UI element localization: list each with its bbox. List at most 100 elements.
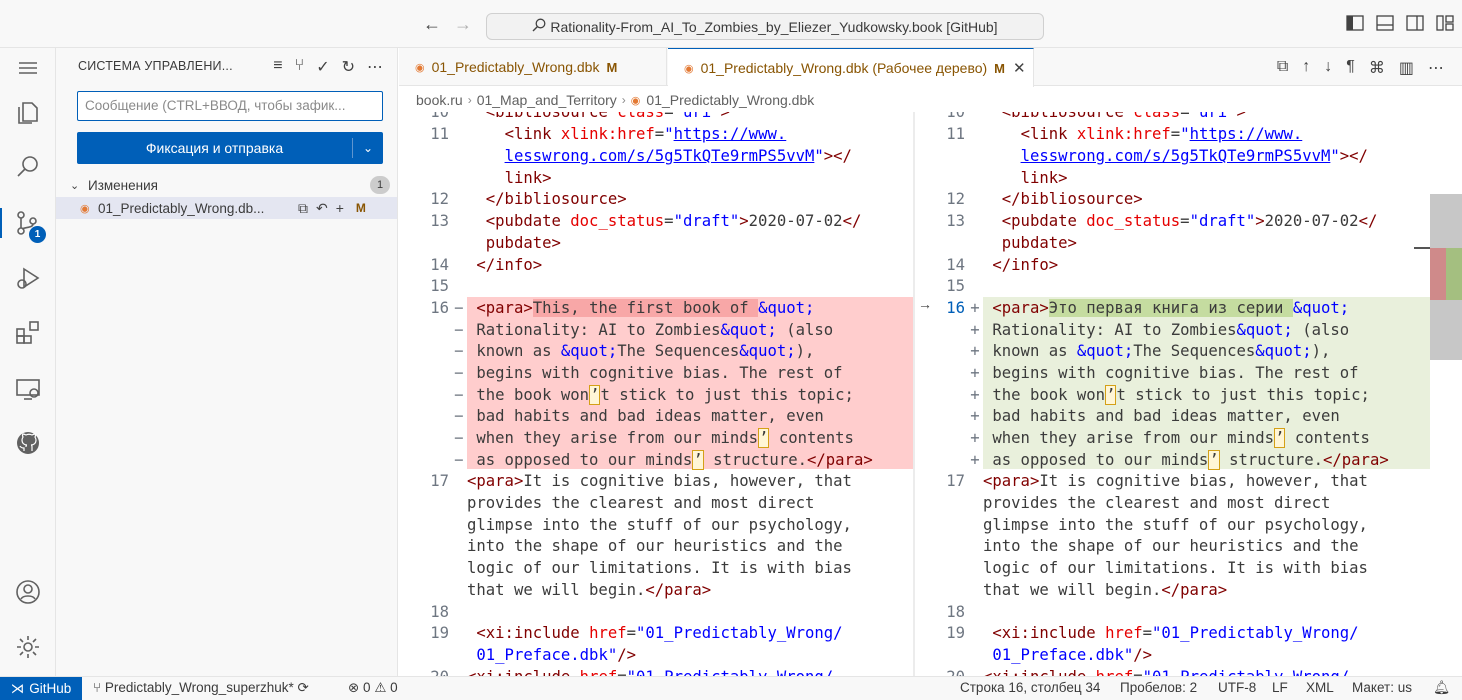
toggle-secondary-sidebar-icon[interactable] [1406,15,1426,33]
view-as-list-icon[interactable]: ≡ [273,57,282,77]
code-line: 19 <xi:include href="01_Predictably_Wron… [430,624,843,642]
code-line: 19 <xi:include href="01_Predictably_Wron… [946,624,1359,642]
code-line: lesswrong.com/s/5g5TkQTe9rmPS5vvM"></ [504,147,852,165]
cursor-marker [1414,247,1430,249]
code-line: 11 <link xlink:href="https://www. [430,125,787,143]
accounts-icon[interactable] [13,577,43,607]
code-line: that we will begin.</para> [983,581,1228,599]
eol-status[interactable]: LF [1272,680,1288,695]
code-line: 13 <pubdate doc_status="draft">2020-07-0… [430,212,862,230]
refresh-icon[interactable]: ↻ [342,57,355,77]
deleted-line: − when they arise from our minds’ conten… [454,428,854,448]
branch-icon: ⑂ [93,680,102,695]
code-line: 17 <para>It is cognitive bias, however, t… [430,472,852,490]
code-line: 11 <link xlink:href="https://www. [946,125,1303,143]
more-actions-icon[interactable]: ⋯ [367,57,383,77]
code-line: 14 </info> [946,256,1059,274]
menu-icon[interactable] [13,53,43,83]
chevron-right-icon: › [621,93,626,107]
breadcrumb-file[interactable]: 01_Predictably_Wrong.dbk [646,92,814,108]
code-line: 01_Preface.dbk"/> [992,646,1152,664]
stage-changes-icon[interactable]: + [336,200,344,217]
sync-icon[interactable]: ⟳ [298,680,309,695]
rss-file-icon: ◉ [684,62,694,75]
tab-working-tree-diff[interactable]: ◉ 01_Predictably_Wrong.dbk (Рабочее дере… [668,48,1034,87]
open-file-icon[interactable]: ⧉ [1277,58,1288,78]
search-icon [532,18,546,35]
github-icon[interactable] [13,428,43,458]
notifications-bell-icon[interactable]: 🔔︎ [1433,680,1450,696]
language-mode[interactable]: XML [1306,680,1334,695]
commit-message-input[interactable]: Сообщение (CTRL+ВВОД, чтобы зафик... [77,91,383,121]
code-line: that we will begin.</para> [467,581,712,599]
cursor-position[interactable]: Строка 16, столбец 34 [960,680,1100,695]
code-line: logic of our limitations. It is with bia… [983,559,1368,577]
keyboard-layout[interactable]: Макет: us [1352,680,1412,695]
commit-button-label[interactable]: Фиксация и отправка [77,132,352,164]
command-center-search[interactable]: Rationality-From_AI_To_Zombies_by_Elieze… [486,13,1044,40]
file-actions: ⧉ ↶ + [298,200,344,217]
indentation-status[interactable]: Пробелов: 2 [1120,680,1197,695]
remote-explorer-icon[interactable] [13,374,43,404]
breadcrumb-root[interactable]: book.ru [416,92,463,108]
chevron-down-icon[interactable]: ⌄ [353,132,383,164]
previous-change-icon[interactable]: ↑ [1302,58,1310,78]
code-line: 13 <pubdate doc_status="draft">2020-07-0… [946,212,1378,230]
tab-predictably-wrong[interactable]: ◉ 01_Predictably_Wrong.dbk M [399,48,667,86]
run-debug-icon[interactable] [13,263,43,293]
code-line: logic of our limitations. It is with bia… [467,559,852,577]
inserted-line: + when they arise from our minds’ conten… [970,428,1370,448]
activity-bar: 1 [0,48,56,676]
toggle-panel-icon[interactable] [1376,15,1396,33]
explorer-icon[interactable] [13,98,43,128]
commit-check-icon[interactable]: ✓ [316,57,329,77]
source-control-icon[interactable]: 1 [0,208,56,243]
breadcrumb-folder[interactable]: 01_Map_and_Territory [477,92,617,108]
title-bar: ← → Rationality-From_AI_To_Zombies_by_El… [0,0,1462,48]
toggle-primary-sidebar-icon[interactable] [1346,15,1366,33]
create-pull-request-icon[interactable]: ⑂ [295,57,305,77]
changed-file-item[interactable]: ◉ 01_Predictably_Wrong.db... ⧉ ↶ + M [56,197,397,219]
changes-label: Изменения [88,177,158,193]
branch-status[interactable]: ⑂ Predictably_Wrong_superzhuk* ⟳ [93,680,309,696]
discard-changes-icon[interactable]: ↶ [316,200,328,217]
changes-group-header[interactable]: ⌄ Изменения 1 [70,175,390,195]
command-center-text: Rationality-From_AI_To_Zombies_by_Elieze… [550,18,998,35]
customize-layout-icon[interactable] [1436,15,1456,33]
sidebar-title: СИСТЕМА УПРАВЛЕНИ... [78,59,233,73]
breadcrumb: book.ru › 01_Map_and_Territory › ◉ 01_Pr… [416,89,814,111]
code-line: glimpse into the stuff of our psychology… [983,516,1368,534]
show-whitespace-icon[interactable]: ¶ [1346,58,1355,78]
remote-indicator[interactable]: ⋊ GitHub [0,677,82,700]
split-editor-icon[interactable]: ▥ [1399,58,1414,78]
open-changes-icon[interactable]: ⌘ [1369,58,1385,78]
open-file-icon[interactable]: ⧉ [298,200,308,217]
chevron-right-icon: › [467,93,472,107]
close-icon[interactable]: ✕ [1013,59,1026,77]
deleted-line: − begins with cognitive bias. The rest o… [454,364,843,382]
problems-status[interactable]: ⊗ 0 ⚠ 0 [348,680,398,696]
code-line: into the shape of our heuristics and the [467,537,843,555]
code-line: 10 <bibliosource class="uri"> [946,112,1246,121]
back-arrow-icon[interactable]: ← [423,14,441,34]
code-line: 18 [430,603,449,621]
overview-ruler[interactable] [1414,112,1462,676]
tab-status: M [994,60,1006,76]
diff-original-pane[interactable]: 10 <bibliosource class="uri"> 11 <link x… [399,112,913,676]
diff-modified-pane[interactable]: 10 <bibliosource class="uri"> 11 <link x… [915,112,1430,676]
code-line: 17 <para>It is cognitive bias, however, t… [946,472,1368,490]
next-change-icon[interactable]: ↓ [1324,58,1332,78]
forward-arrow-icon[interactable]: → [454,14,472,34]
inserted-line: + begins with cognitive bias. The rest o… [970,364,1359,382]
inserted-line: 16 + <para>Это первая книга из серии &quo… [946,299,1350,317]
rss-file-icon: ◉ [415,61,425,74]
extensions-icon[interactable] [13,318,43,348]
deleted-line: − bad habits and bad ideas matter, even [454,407,824,425]
code-line: link> [504,169,552,187]
commit-and-push-button[interactable]: Фиксация и отправка ⌄ [77,132,383,164]
encoding-status[interactable]: UTF-8 [1218,680,1256,695]
code-line: 12 </bibliosource> [946,190,1143,208]
more-actions-icon[interactable]: ⋯ [1428,58,1444,78]
search-icon[interactable] [13,152,43,182]
settings-gear-icon[interactable] [13,632,43,662]
